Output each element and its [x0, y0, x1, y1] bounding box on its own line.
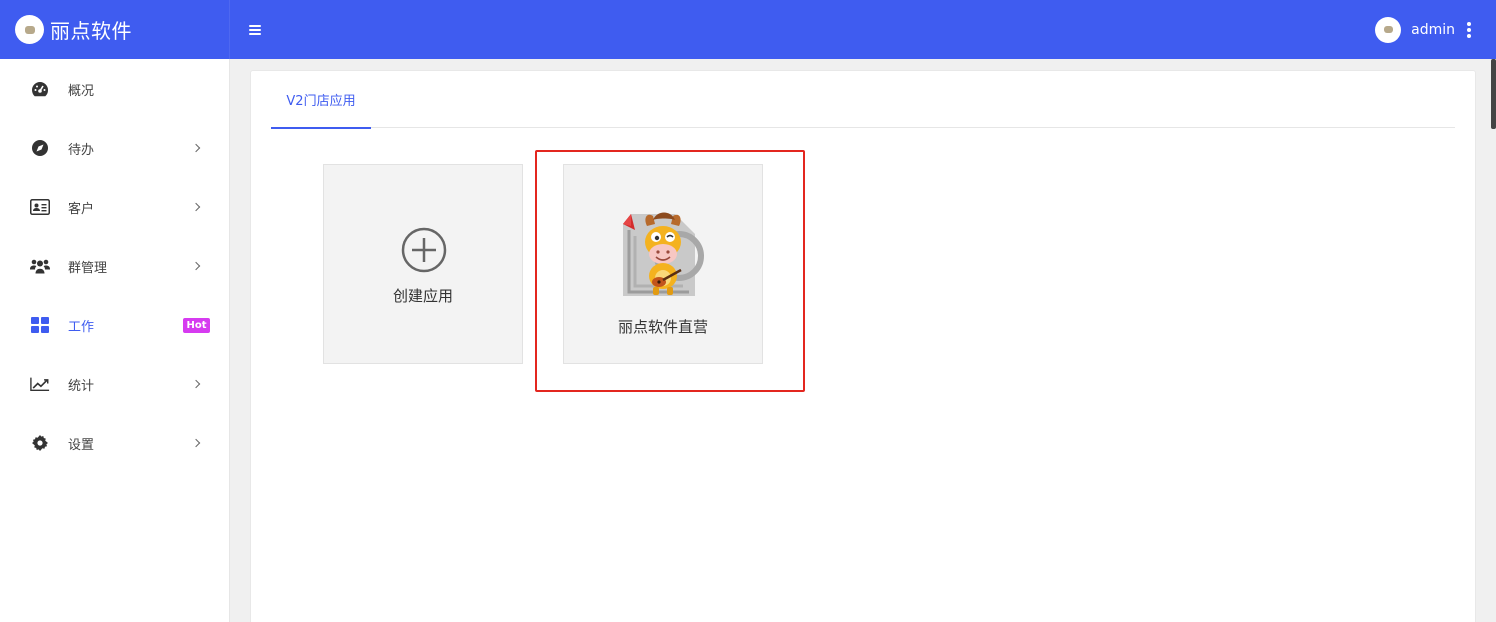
- sidebar-item-label: 概况: [68, 83, 95, 99]
- cartoon-mascot-app-icon: [623, 212, 704, 296]
- chevron-right-icon: [191, 143, 201, 153]
- chevron-right-icon: [191, 438, 201, 448]
- tab-active-indicator: [271, 127, 371, 129]
- tab-bar: V2门店应用: [271, 71, 1455, 129]
- grid-icon: [30, 315, 50, 335]
- app-card-label: 丽点软件直营: [617, 318, 708, 336]
- user-menu[interactable]: admin: [1375, 16, 1496, 43]
- sidebar-item-label: 工作: [68, 319, 95, 335]
- create-app-card[interactable]: 创建应用: [323, 164, 523, 364]
- id-card-icon: [30, 197, 50, 217]
- line-chart-icon: [30, 374, 50, 394]
- brand-logo-icon: [15, 15, 44, 44]
- top-header: 丽点软件 admin: [0, 0, 1496, 59]
- sidebar-item-label: 群管理: [68, 260, 108, 276]
- avatar[interactable]: [1375, 16, 1402, 43]
- plus-circle-icon: [401, 227, 447, 273]
- brand[interactable]: 丽点软件: [0, 0, 230, 59]
- chevron-right-icon: [191, 202, 201, 212]
- hamburger-icon[interactable]: [249, 24, 261, 35]
- dashboard-gauge-icon: [30, 79, 50, 99]
- tab-v2-store-apps[interactable]: V2门店应用: [271, 71, 371, 129]
- scrollbar[interactable]: [1491, 59, 1496, 129]
- sidebar-item-label: 设置: [68, 437, 95, 453]
- sidebar-item-label: 客户: [68, 201, 95, 217]
- sidebar-item-todo[interactable]: 待办: [0, 128, 230, 168]
- main-panel: V2门店应用 创建应用 丽点软件直营: [250, 70, 1476, 622]
- sidebar-item-statistics[interactable]: 统计: [0, 364, 230, 404]
- kebab-menu-icon[interactable]: [1467, 21, 1471, 38]
- app-card-direct-sales[interactable]: 丽点软件直营: [563, 164, 763, 364]
- chevron-right-icon: [191, 261, 201, 271]
- brand-name: 丽点软件: [50, 19, 132, 43]
- user-name[interactable]: admin: [1411, 22, 1455, 38]
- sidebar-item-overview[interactable]: 概况: [0, 69, 230, 109]
- chevron-right-icon: [191, 379, 201, 389]
- sidebar: 概况 待办 客户 群管理 工作 Hot 统计 设置: [0, 59, 230, 622]
- tab-label: V2门店应用: [286, 94, 356, 109]
- sidebar-item-settings[interactable]: 设置: [0, 423, 230, 463]
- sidebar-item-customer[interactable]: 客户: [0, 187, 230, 227]
- users-group-icon: [30, 256, 50, 276]
- sidebar-item-groups[interactable]: 群管理: [0, 246, 230, 286]
- create-app-label: 创建应用: [392, 287, 453, 305]
- gear-icon: [30, 433, 50, 453]
- hot-badge: Hot: [183, 317, 210, 333]
- compass-icon: [30, 138, 50, 158]
- sidebar-item-label: 统计: [68, 378, 95, 394]
- sidebar-item-label: 待办: [68, 142, 95, 158]
- sidebar-item-work[interactable]: 工作 Hot: [0, 305, 230, 345]
